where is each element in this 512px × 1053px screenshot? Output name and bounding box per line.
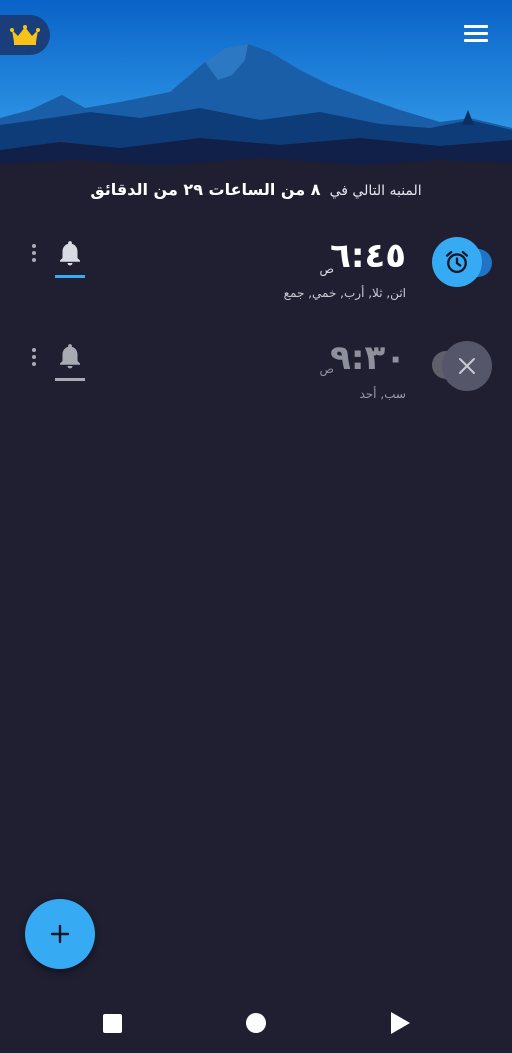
plus-icon bbox=[50, 924, 70, 944]
alarm-time: ٦:٤٥ bbox=[330, 236, 406, 276]
alarm-sound-button[interactable] bbox=[55, 341, 85, 381]
alarm-clock-icon bbox=[445, 250, 469, 274]
alarm-sound-button[interactable] bbox=[55, 238, 85, 278]
next-alarm-countdown: ٨ من الساعات ٢٩ من الدقائق bbox=[90, 180, 321, 199]
hamburger-menu-icon[interactable] bbox=[464, 24, 490, 44]
mountain-illustration bbox=[0, 0, 512, 175]
alarm-toggle-knob[interactable] bbox=[432, 237, 482, 287]
alarm-days: اثن, ثلا, أرب, خمي, جمع bbox=[283, 286, 406, 300]
alarm-ampm: ص bbox=[319, 362, 334, 376]
header-banner bbox=[0, 0, 512, 175]
bell-icon bbox=[60, 241, 80, 266]
more-options-icon[interactable] bbox=[31, 244, 37, 266]
alarm-item[interactable]: ٦:٤٥ ص اثن, ثلا, أرب, خمي, جمع bbox=[0, 230, 512, 310]
triangle-icon[interactable] bbox=[391, 1012, 410, 1034]
more-options-icon[interactable] bbox=[31, 348, 37, 370]
add-alarm-button[interactable] bbox=[25, 899, 95, 969]
alarm-days: سب, أحد bbox=[359, 387, 406, 401]
premium-button[interactable] bbox=[0, 15, 50, 55]
next-alarm-summary: المنبه التالي في ٨ من الساعات ٢٩ من الدق… bbox=[0, 180, 512, 199]
crown-icon bbox=[10, 25, 40, 45]
alarm-toggle-knob[interactable] bbox=[442, 341, 492, 391]
next-alarm-prefix: المنبه التالي في bbox=[329, 183, 422, 199]
square-icon[interactable] bbox=[103, 1014, 122, 1033]
alarm-ampm: ص bbox=[319, 262, 334, 276]
system-navigation-bar bbox=[0, 995, 512, 1053]
close-icon bbox=[459, 358, 475, 374]
bell-icon bbox=[60, 344, 80, 369]
circle-icon[interactable] bbox=[246, 1013, 266, 1033]
alarm-item[interactable]: ٩:٣٠ ص سب, أحد bbox=[0, 335, 512, 415]
alarm-time: ٩:٣٠ bbox=[330, 338, 406, 378]
